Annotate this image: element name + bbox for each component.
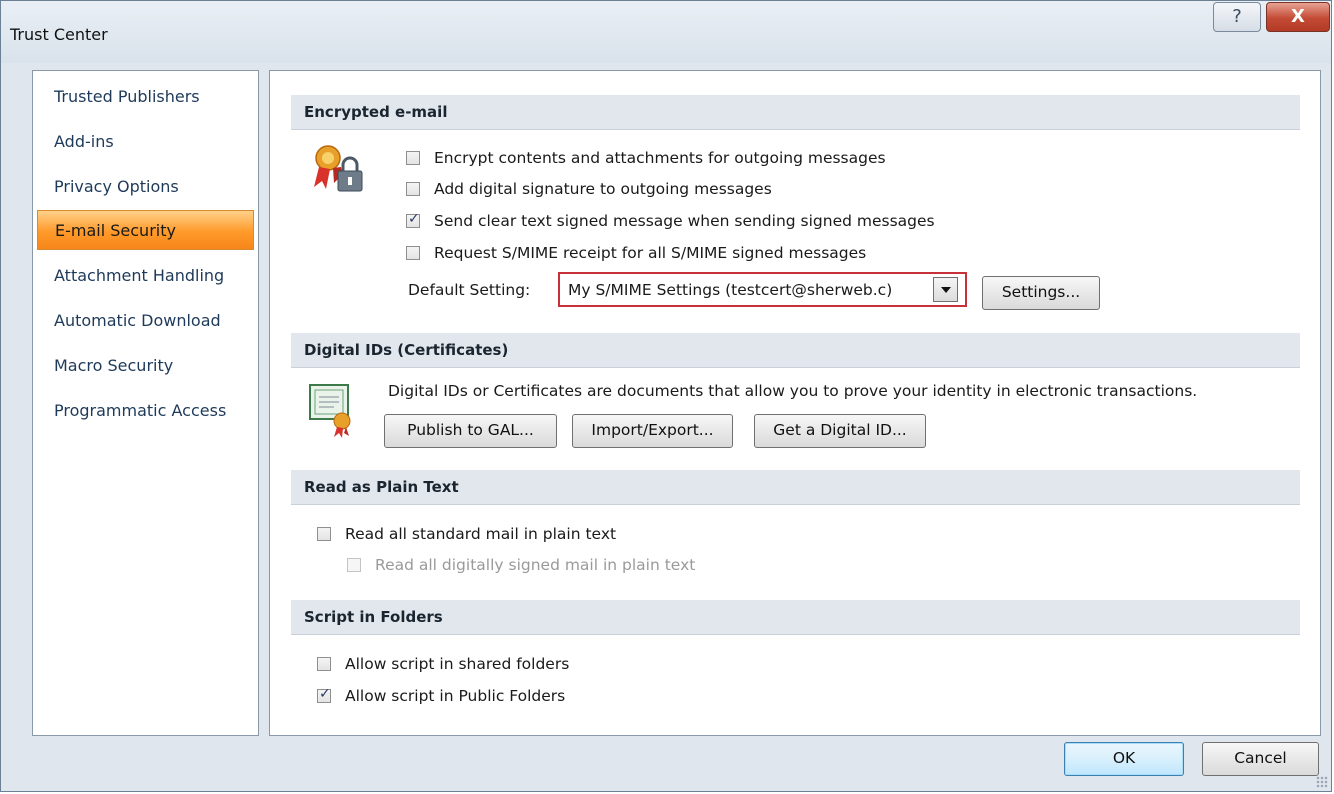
get-digital-id-button[interactable]: Get a Digital ID... [754,414,926,448]
checkbox-clear-text-signed[interactable] [406,211,420,228]
settings-panel: Encrypted e-mail Encrypt contents and at… [269,70,1321,736]
publish-to-gal-button[interactable]: Publish to GAL... [384,414,557,448]
help-button[interactable]: ? [1213,2,1261,32]
sidebar: Trusted Publishers Add-ins Privacy Optio… [32,70,259,736]
checkbox-read-signed-plain-text [347,558,361,572]
window-title: Trust Center [10,25,108,44]
option-add-signature[interactable]: Add digital signature to outgoing messag… [406,176,772,202]
sidebar-item-trusted-publishers[interactable]: Trusted Publishers [37,77,254,117]
resize-grip-icon[interactable] [1316,776,1328,788]
label-request-receipt: Request S/MIME receipt for all S/MIME si… [434,244,867,262]
section-header-encrypted-email: Encrypted e-mail [291,95,1300,130]
checkbox-read-plain-text[interactable] [317,527,331,541]
sidebar-item-add-ins[interactable]: Add-ins [37,122,254,162]
sidebar-item-attachment-handling[interactable]: Attachment Handling [37,256,254,296]
label-read-plain-text: Read all standard mail in plain text [345,525,617,543]
option-clear-text-signed[interactable]: Send clear text signed message when send… [406,208,935,234]
section-header-digital-ids: Digital IDs (Certificates) [291,333,1300,368]
section-header-script-folders: Script in Folders [291,600,1300,635]
close-button[interactable]: X [1266,2,1330,32]
label-add-signature: Add digital signature to outgoing messag… [434,180,772,198]
sidebar-item-programmatic-access[interactable]: Programmatic Access [37,391,254,431]
label-read-signed-plain-text: Read all digitally signed mail in plain … [375,556,696,574]
import-export-button[interactable]: Import/Export... [572,414,733,448]
checkbox-add-signature[interactable] [406,182,420,196]
option-script-shared[interactable]: Allow script in shared folders [317,651,569,677]
settings-button[interactable]: Settings... [982,276,1100,310]
section-header-plain-text: Read as Plain Text [291,470,1300,505]
chevron-down-icon[interactable] [933,277,958,302]
label-script-public: Allow script in Public Folders [345,687,566,705]
ok-button[interactable]: OK [1064,742,1184,776]
option-request-receipt[interactable]: Request S/MIME receipt for all S/MIME si… [406,240,866,266]
label-script-shared: Allow script in shared folders [345,655,570,673]
checkbox-encrypt-contents[interactable] [406,151,420,165]
label-encrypt-contents: Encrypt contents and attachments for out… [434,149,886,167]
digital-ids-description: Digital IDs or Certificates are document… [388,382,1198,400]
sidebar-item-privacy-options[interactable]: Privacy Options [37,167,254,207]
option-read-plain-text[interactable]: Read all standard mail in plain text [317,521,616,547]
option-encrypt-contents[interactable]: Encrypt contents and attachments for out… [406,145,886,171]
label-clear-text-signed: Send clear text signed message when send… [434,212,935,230]
sidebar-item-email-security[interactable]: E-mail Security [37,210,254,250]
checkbox-script-public[interactable] [317,686,331,703]
certificate-icon [309,384,351,438]
option-read-signed-plain-text: Read all digitally signed mail in plain … [347,552,695,578]
default-setting-value: My S/MIME Settings (testcert@sherweb.c) [568,281,893,299]
checkbox-request-receipt[interactable] [406,246,420,260]
sidebar-item-macro-security[interactable]: Macro Security [37,346,254,386]
default-setting-select[interactable]: My S/MIME Settings (testcert@sherweb.c) [558,272,967,307]
checkbox-script-shared[interactable] [317,657,331,671]
trust-center-dialog: Trust Center ? X Trusted Publishers Add-… [0,0,1332,792]
option-script-public[interactable]: Allow script in Public Folders [317,683,565,709]
cancel-button[interactable]: Cancel [1202,742,1319,776]
default-setting-label: Default Setting: [408,281,531,299]
sidebar-item-automatic-download[interactable]: Automatic Download [37,301,254,341]
ribbon-lock-icon [314,145,363,192]
title-bar: Trust Center ? X [1,1,1331,63]
